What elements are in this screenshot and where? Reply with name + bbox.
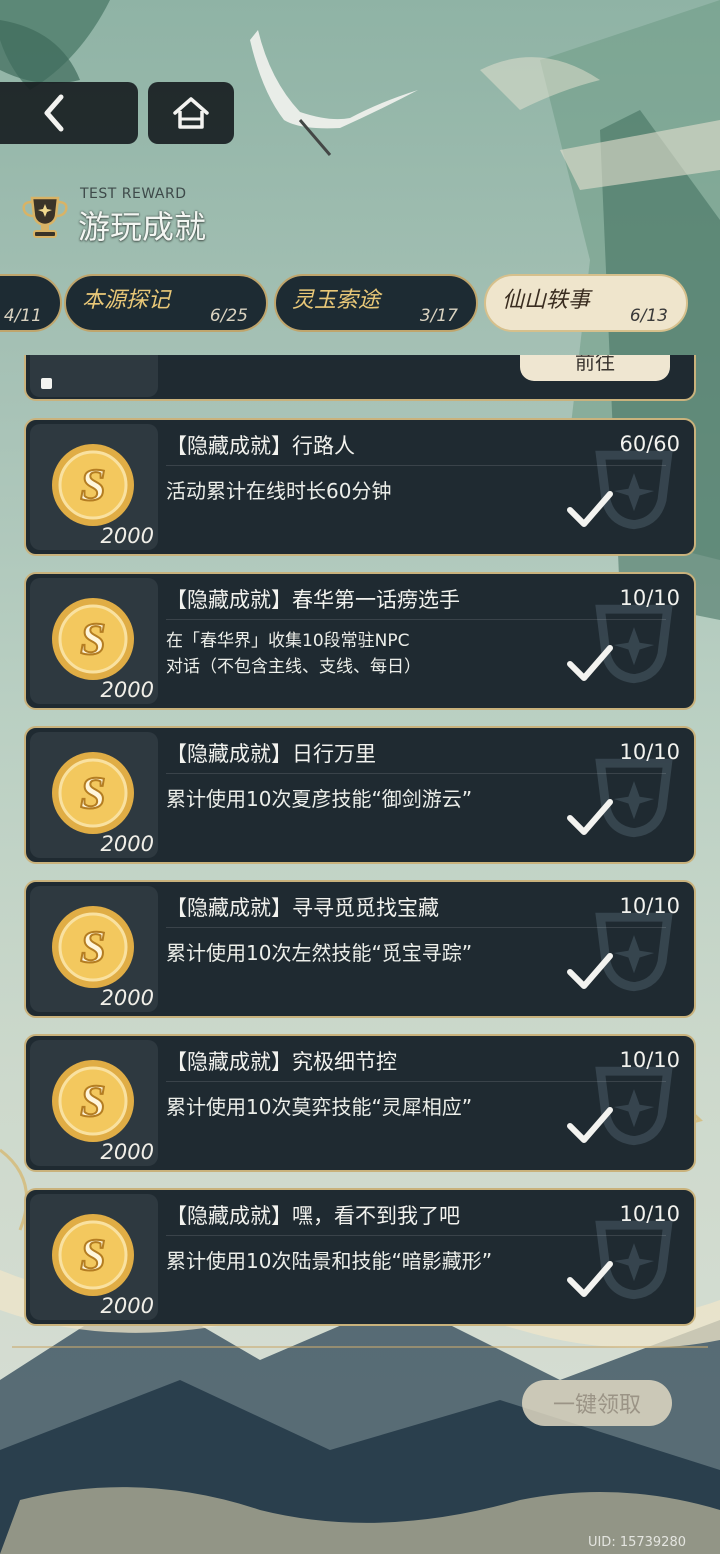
- checkmark-icon: [567, 799, 613, 835]
- checkmark-icon: [567, 491, 613, 527]
- achievement-progress: 10/10: [619, 740, 680, 764]
- tab-label: 本源探记: [82, 288, 171, 313]
- coin-icon: S: [52, 752, 134, 834]
- crane-illustration: [250, 30, 418, 156]
- tab-count: 4/11: [3, 306, 42, 326]
- achievement-title: 【隐藏成就】日行万里: [166, 742, 376, 766]
- achievement-progress: 10/10: [619, 894, 680, 918]
- achievement-card: S 2000 【隐藏成就】日行万里 10/10 累计使用10次夏彦技能“御剑游云…: [24, 726, 696, 864]
- svg-text:S: S: [80, 613, 106, 664]
- list-item-partial: 前往: [24, 355, 696, 401]
- reward-amount: 2000: [100, 986, 154, 1010]
- achievement-card: S 2000 【隐藏成就】嘿，看不到我了吧 10/10 累计使用10次陆景和技能…: [24, 1188, 696, 1326]
- category-tabs: 4/11 本源探记 6/25 灵玉索途 3/17 仙山轶事 6/13: [0, 272, 720, 336]
- checkmark-icon: [567, 645, 613, 681]
- achievement-description: 累计使用10次陆景和技能“暗影藏形”: [166, 1249, 493, 1273]
- tab-xianshan[interactable]: 仙山轶事 6/13: [484, 274, 688, 332]
- reward-box: S 2000: [30, 1040, 158, 1166]
- divider: [166, 465, 666, 466]
- achievement-progress: 10/10: [619, 586, 680, 610]
- divider: [166, 927, 666, 928]
- achievement-description: 累计使用10次左然技能“觅宝寻踪”: [166, 941, 473, 965]
- svg-text:S: S: [80, 459, 106, 510]
- reward-amount: 2000: [100, 524, 154, 548]
- home-button[interactable]: [148, 82, 234, 144]
- achievement-list[interactable]: 前往 S 2000 【隐藏成就】行路人 60/60 活动累计在线时长60分钟 S…: [0, 355, 720, 1340]
- uid-label: UID: 15739280: [587, 1535, 686, 1550]
- go-button[interactable]: 前往: [520, 355, 670, 381]
- tab-benyuan[interactable]: 本源探记 6/25: [64, 274, 268, 332]
- achievement-title: 【隐藏成就】嘿，看不到我了吧: [166, 1204, 460, 1228]
- achievement-card: S 2000 【隐藏成就】春华第一话痨选手 10/10 在「春华界」收集10段常…: [24, 572, 696, 710]
- divider: [166, 1081, 666, 1082]
- tab-lingyu[interactable]: 灵玉索途 3/17: [274, 274, 478, 332]
- achievement-title: 【隐藏成就】寻寻觅觅找宝藏: [166, 896, 439, 920]
- reward-box: S 2000: [30, 424, 158, 550]
- reward-amount: 2000: [100, 1294, 154, 1318]
- divider: [166, 773, 666, 774]
- reward-box: S 2000: [30, 1194, 158, 1320]
- copy-icon: [41, 378, 52, 389]
- reward-amount: 2000: [100, 678, 154, 702]
- reward-box: S 2000: [30, 578, 158, 704]
- achievement-progress: 60/60: [619, 432, 680, 456]
- svg-text:S: S: [80, 1229, 106, 1280]
- checkmark-icon: [567, 1107, 613, 1143]
- tab-count: 3/17: [419, 306, 458, 326]
- coin-icon: S: [52, 1214, 134, 1296]
- achievement-title: 【隐藏成就】究极细节控: [166, 1050, 397, 1074]
- achievement-card: S 2000 【隐藏成就】寻寻觅觅找宝藏 10/10 累计使用10次左然技能“觅…: [24, 880, 696, 1018]
- achievement-description: 累计使用10次夏彦技能“御剑游云”: [166, 787, 473, 811]
- chevron-left-icon: [44, 94, 64, 132]
- reward-amount: 2000: [100, 832, 154, 856]
- achievement-card: S 2000 【隐藏成就】究极细节控 10/10 累计使用10次莫弈技能“灵犀相…: [24, 1034, 696, 1172]
- tab-count: 6/13: [629, 306, 668, 326]
- achievement-title: 【隐藏成就】行路人: [166, 434, 355, 458]
- home-icon: [173, 97, 209, 129]
- trophy-icon: [22, 196, 68, 238]
- achievement-description: 在「春华界」收集10段常驻NPC对话（不包含主线、支线、每日）: [166, 631, 421, 677]
- achievement-progress: 10/10: [619, 1202, 680, 1226]
- reward-box: S 2000: [30, 732, 158, 858]
- achievement-description: 活动累计在线时长60分钟: [166, 479, 392, 503]
- svg-text:S: S: [80, 767, 106, 818]
- coin-icon: S: [52, 906, 134, 988]
- achievement-progress: 10/10: [619, 1048, 680, 1072]
- checkmark-icon: [567, 953, 613, 989]
- claim-all-button[interactable]: 一键领取: [522, 1380, 672, 1426]
- reward-amount: 2000: [100, 1140, 154, 1164]
- tab-first[interactable]: 4/11: [0, 274, 62, 332]
- checkmark-icon: [567, 1261, 613, 1297]
- divider: [166, 619, 666, 620]
- coin-icon: S: [52, 598, 134, 680]
- svg-text:S: S: [80, 1075, 106, 1126]
- achievement-card: S 2000 【隐藏成就】行路人 60/60 活动累计在线时长60分钟: [24, 418, 696, 556]
- achievement-title: 【隐藏成就】春华第一话痨选手: [166, 588, 460, 612]
- divider: [166, 1235, 666, 1236]
- page-subtitle: TEST REWARD: [80, 186, 187, 202]
- reward-box: S 2000: [30, 886, 158, 1012]
- svg-text:S: S: [80, 921, 106, 972]
- page-title: 游玩成就: [78, 208, 207, 246]
- coin-icon: S: [52, 1060, 134, 1142]
- tab-label: 灵玉索途: [292, 288, 381, 313]
- achievement-description: 累计使用10次莫弈技能“灵犀相应”: [166, 1095, 473, 1119]
- back-button[interactable]: [0, 82, 138, 144]
- tab-count: 6/25: [209, 306, 248, 326]
- divider: [12, 1346, 708, 1348]
- coin-icon: S: [52, 444, 134, 526]
- tab-label: 仙山轶事: [502, 288, 591, 313]
